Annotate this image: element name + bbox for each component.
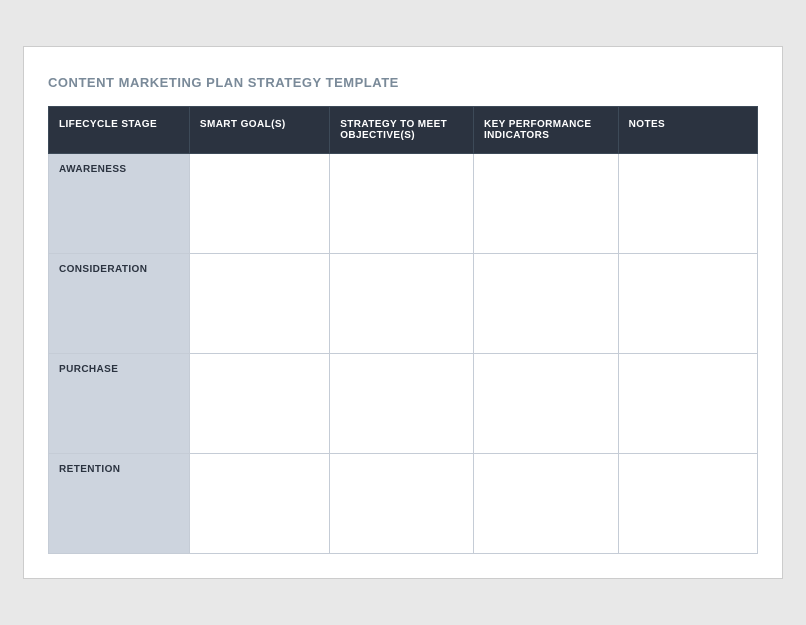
page-title: CONTENT MARKETING PLAN STRATEGY TEMPLATE xyxy=(48,75,758,90)
table-row: RETENTION xyxy=(49,454,758,554)
header-smart: SMART GOAL(S) xyxy=(189,107,329,154)
lifecycle-stage-cell: PURCHASE xyxy=(49,354,190,454)
strategy-cell[interactable] xyxy=(330,254,474,354)
notes-cell[interactable] xyxy=(618,254,757,354)
notes-cell[interactable] xyxy=(618,154,757,254)
kpi-cell[interactable] xyxy=(473,154,618,254)
kpi-cell[interactable] xyxy=(473,354,618,454)
notes-cell[interactable] xyxy=(618,454,757,554)
page-wrapper: CONTENT MARKETING PLAN STRATEGY TEMPLATE… xyxy=(23,46,783,579)
kpi-cell[interactable] xyxy=(473,454,618,554)
table-row: AWARENESS xyxy=(49,154,758,254)
header-strategy: STRATEGY TO MEET OBJECTIVE(S) xyxy=(330,107,474,154)
notes-cell[interactable] xyxy=(618,354,757,454)
table-row: CONSIDERATION xyxy=(49,254,758,354)
header-kpi: KEY PERFORMANCE INDICATORS xyxy=(473,107,618,154)
strategy-cell[interactable] xyxy=(330,154,474,254)
smart-goals-cell[interactable] xyxy=(189,154,329,254)
smart-goals-cell[interactable] xyxy=(189,254,329,354)
strategy-cell[interactable] xyxy=(330,354,474,454)
table-header-row: LIFECYCLE STAGE SMART GOAL(S) STRATEGY T… xyxy=(49,107,758,154)
lifecycle-stage-cell: CONSIDERATION xyxy=(49,254,190,354)
lifecycle-stage-cell: RETENTION xyxy=(49,454,190,554)
header-lifecycle: LIFECYCLE STAGE xyxy=(49,107,190,154)
header-notes: NOTES xyxy=(618,107,757,154)
strategy-cell[interactable] xyxy=(330,454,474,554)
kpi-cell[interactable] xyxy=(473,254,618,354)
table-row: PURCHASE xyxy=(49,354,758,454)
strategy-table: LIFECYCLE STAGE SMART GOAL(S) STRATEGY T… xyxy=(48,106,758,554)
smart-goals-cell[interactable] xyxy=(189,354,329,454)
smart-goals-cell[interactable] xyxy=(189,454,329,554)
lifecycle-stage-cell: AWARENESS xyxy=(49,154,190,254)
